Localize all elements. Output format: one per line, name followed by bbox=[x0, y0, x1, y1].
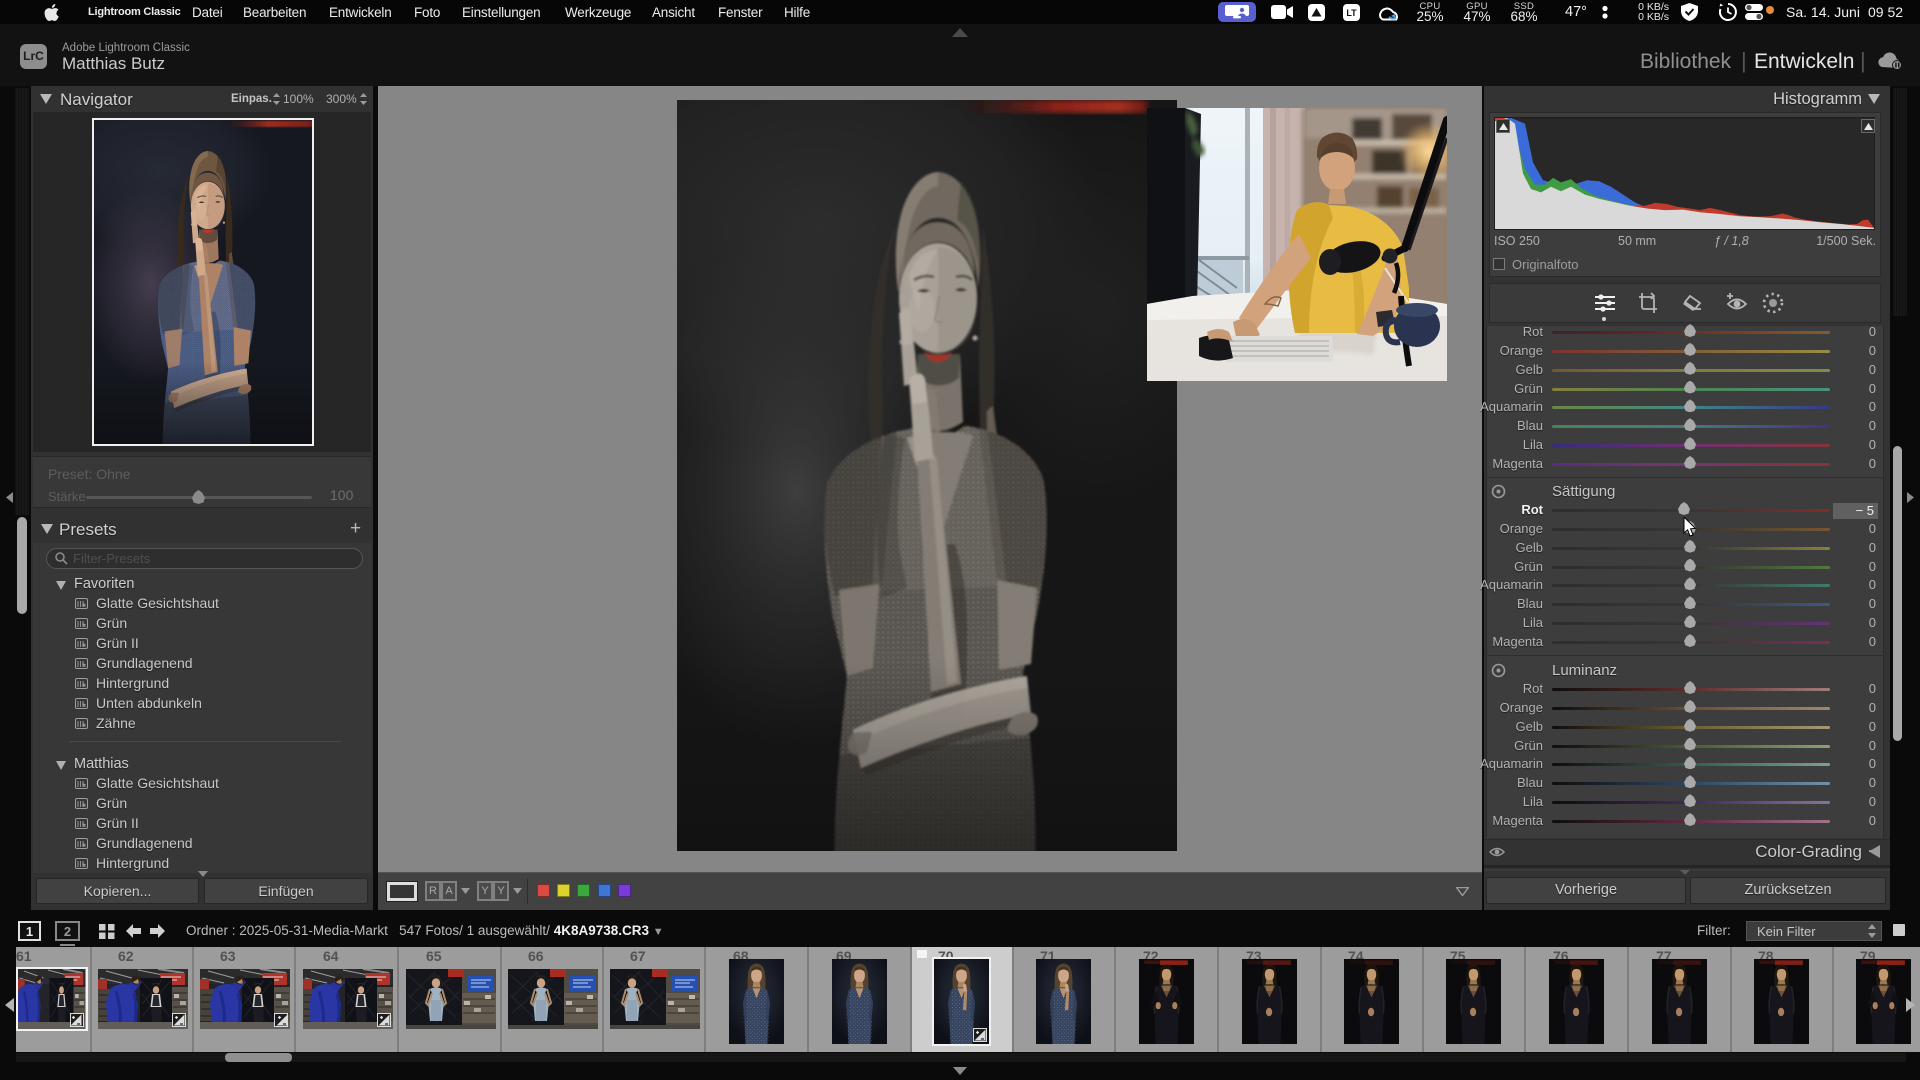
svg-text:LT: LT bbox=[1346, 8, 1357, 18]
